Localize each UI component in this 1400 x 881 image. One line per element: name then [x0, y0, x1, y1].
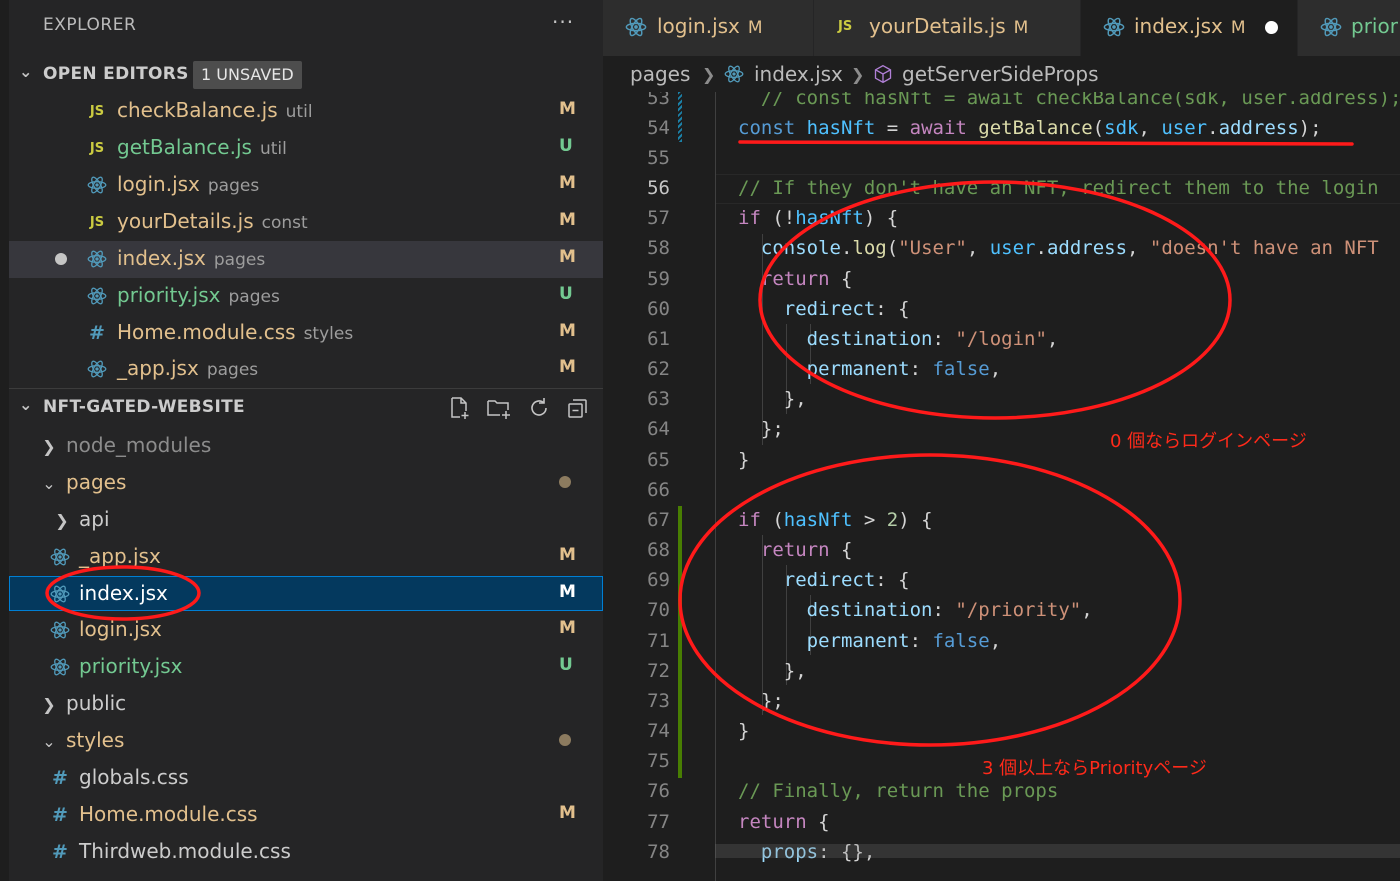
annotation-circle-priority-block	[678, 453, 1182, 747]
annotation-login-note: 0 個ならログインページ	[1110, 431, 1307, 452]
annotation-priority-note: 3 個以上ならPriorityページ	[982, 758, 1207, 779]
annotation-circle-login-block	[758, 180, 1232, 420]
annotation-underline	[738, 140, 1354, 146]
annotation-circle-index-file	[45, 565, 201, 621]
